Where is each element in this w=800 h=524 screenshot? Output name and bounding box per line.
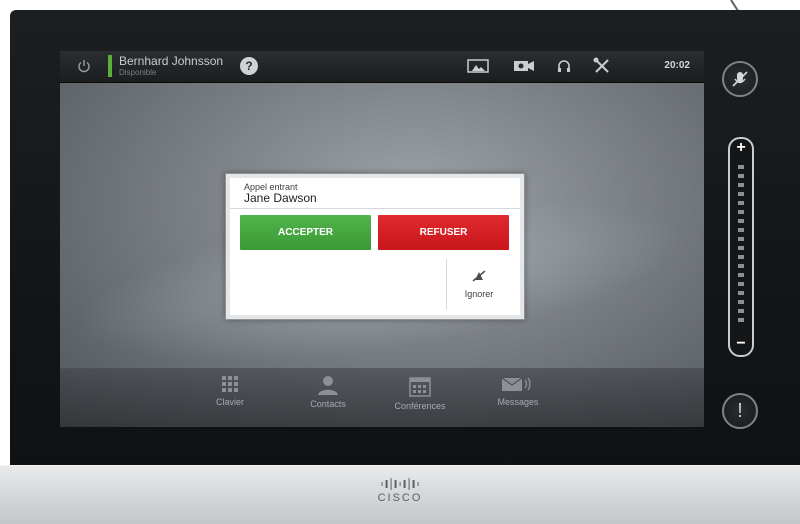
volume-tick <box>738 174 744 178</box>
info-button[interactable]: ! <box>722 393 758 429</box>
user-status: Disponible <box>119 68 157 77</box>
volume-up-button[interactable]: + <box>730 139 752 157</box>
dock-label-conferences: Conférences <box>394 401 446 411</box>
microphone-muted-icon <box>732 71 748 87</box>
volume-tick <box>738 165 744 169</box>
camera-icon[interactable] <box>512 57 536 75</box>
volume-tick <box>738 264 744 268</box>
volume-tick <box>738 228 744 232</box>
volume-tick <box>738 183 744 187</box>
power-icon[interactable] <box>76 58 92 74</box>
volume-tick <box>738 210 744 214</box>
dock-label-contacts: Contacts <box>310 399 346 409</box>
microphone-mute-button[interactable] <box>722 61 758 97</box>
volume-slider[interactable]: + − <box>728 137 754 357</box>
dock-item-keypad[interactable]: Clavier <box>190 375 270 407</box>
dock-label-keypad: Clavier <box>215 397 244 407</box>
keypad-icon <box>222 376 238 392</box>
ignore-label: Ignorer <box>464 289 494 299</box>
volume-tick <box>738 237 744 241</box>
volume-tick <box>738 318 744 322</box>
accept-button[interactable]: ACCEPTER <box>240 215 371 250</box>
volume-tick <box>738 255 744 259</box>
volume-tick <box>738 309 744 313</box>
dock-item-conferences[interactable]: Conférences <box>380 375 460 411</box>
dock-item-messages[interactable]: Messages <box>478 375 558 407</box>
volume-tick <box>738 246 744 250</box>
volume-tick <box>738 201 744 205</box>
volume-tick <box>738 219 744 223</box>
screen: Bernhard Johnsson Disponible ? 20:02 App <box>60 51 704 427</box>
user-name[interactable]: Bernhard Johnsson <box>119 54 223 68</box>
presence-indicator <box>108 55 112 77</box>
cisco-wordmark: CISCO <box>377 492 423 504</box>
clock: 20:02 <box>664 60 690 71</box>
refuse-button[interactable]: REFUSER <box>378 215 509 250</box>
contacts-icon <box>318 376 338 395</box>
dock-label-messages: Messages <box>497 397 539 407</box>
ignore-button[interactable]: Ignorer <box>446 259 511 310</box>
dock-item-contacts[interactable]: Contacts <box>288 375 368 409</box>
status-bar: Bernhard Johnsson Disponible ? 20:02 <box>60 51 704 83</box>
device-bezel: CISCO <box>0 465 800 524</box>
headset-icon[interactable] <box>552 57 576 75</box>
selfview-icon[interactable] <box>466 57 490 75</box>
volume-down-button[interactable]: − <box>730 335 752 353</box>
caller-name: Jane Dawson <box>244 191 317 205</box>
dialog-header: Appel entrant Jane Dawson <box>230 178 520 209</box>
volume-tick <box>738 291 744 295</box>
bottom-dock: Clavier Contacts Conférences Messages <box>60 368 704 427</box>
mute-ringer-icon <box>472 270 486 282</box>
incoming-call-dialog: Appel entrant Jane Dawson ACCEPTER REFUS… <box>225 173 525 320</box>
volume-tick <box>738 300 744 304</box>
volume-tick <box>738 273 744 277</box>
help-button[interactable]: ? <box>240 57 258 75</box>
messages-icon <box>501 377 531 391</box>
volume-tick <box>738 192 744 196</box>
settings-tools-icon[interactable] <box>590 57 614 75</box>
volume-tick <box>738 282 744 286</box>
calendar-icon <box>409 377 431 397</box>
cisco-logo: CISCO <box>378 478 423 504</box>
